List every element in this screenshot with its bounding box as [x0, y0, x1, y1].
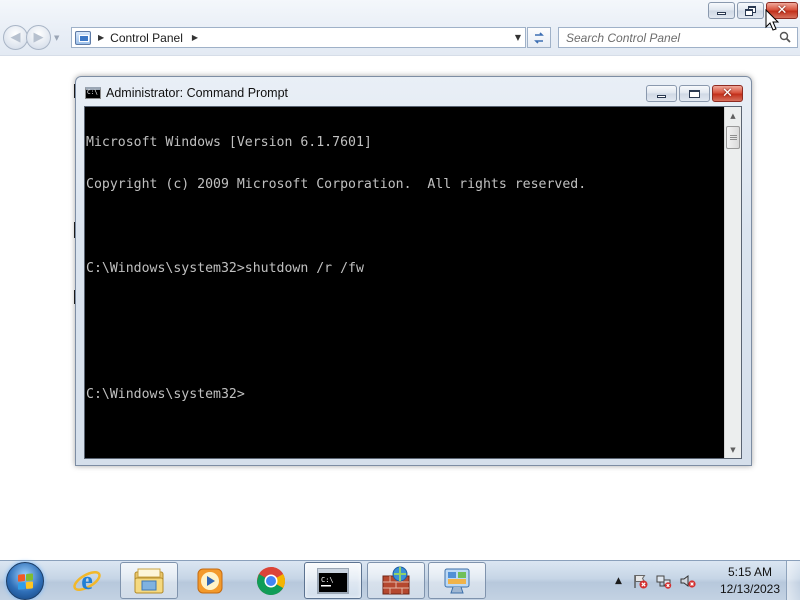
- cmd-maximize-button[interactable]: [679, 85, 710, 102]
- volume-muted-icon[interactable]: [680, 573, 696, 589]
- svg-text:e: e: [81, 566, 93, 595]
- windows-explorer-icon: [134, 568, 164, 593]
- command-prompt-taskbar-button[interactable]: C:\: [304, 562, 362, 599]
- restore-icon: [744, 5, 757, 16]
- explorer-caption-buttons: ✕: [706, 2, 798, 19]
- windows-media-player-icon: [197, 568, 223, 593]
- command-prompt-icon: C:\: [317, 567, 349, 594]
- show-hidden-icons-arrow-icon[interactable]: ▲: [615, 576, 622, 586]
- explorer-toolbar: ✕ ◀ ▶ ▼ ▶ Control Panel ▶ ▼: [0, 0, 800, 56]
- scroll-down-arrow-icon[interactable]: ▼: [725, 441, 741, 458]
- back-arrow-icon: ◀: [10, 30, 21, 45]
- address-dropdown-icon[interactable]: ▼: [515, 33, 521, 42]
- vertical-scrollbar[interactable]: ▲ ▼: [724, 107, 741, 458]
- console-line: Microsoft Windows [Version 6.1.7601]: [86, 135, 372, 150]
- action-center-flag-icon[interactable]: [632, 573, 648, 589]
- scrollbar-thumb[interactable]: [726, 126, 740, 149]
- forward-arrow-icon: ▶: [33, 30, 44, 45]
- cmd-close-button[interactable]: ✕: [712, 85, 743, 102]
- taskbar: e C:\ ▲ 5:15 AM 12/13/2023: [0, 560, 800, 600]
- refresh-icon: [534, 31, 544, 44]
- svg-text:C:\: C:\: [321, 576, 334, 584]
- show-desktop-button[interactable]: [786, 561, 800, 600]
- console-area[interactable]: Microsoft Windows [Version 6.1.7601] Cop…: [84, 106, 742, 459]
- control-panel-taskbar-button[interactable]: [428, 562, 486, 599]
- breadcrumb-chevron-icon[interactable]: ▶: [192, 33, 198, 42]
- windows-explorer-taskbar-button[interactable]: [120, 562, 178, 599]
- cmd-titlebar[interactable]: C:\ Administrator: Command Prompt ✕: [76, 77, 751, 105]
- network-disconnected-icon[interactable]: [656, 573, 672, 589]
- internet-explorer-taskbar-button[interactable]: e: [58, 562, 116, 599]
- firewall-taskbar-button[interactable]: [367, 562, 425, 599]
- control-panel-small-icon: [75, 30, 91, 45]
- search-input[interactable]: [566, 30, 771, 45]
- explorer-restore-button[interactable]: [737, 2, 764, 19]
- command-prompt-window[interactable]: C:\ Administrator: Command Prompt ✕ Micr…: [75, 76, 752, 466]
- back-button[interactable]: ◀: [3, 25, 28, 50]
- command-prompt-icon[interactable]: C:\: [85, 87, 101, 99]
- windows-media-player-taskbar-button[interactable]: [181, 562, 239, 599]
- console-prompt-line: C:\Windows\system32>: [86, 387, 245, 402]
- address-bar[interactable]: ▶ Control Panel ▶ ▼: [71, 27, 526, 48]
- system-clock[interactable]: 5:15 AM 12/13/2023: [715, 564, 785, 598]
- close-icon: ✕: [722, 86, 733, 101]
- mouse-cursor-icon: [765, 9, 780, 31]
- clock-date: 12/13/2023: [719, 582, 781, 596]
- chrome-taskbar-button[interactable]: [242, 562, 300, 599]
- maximize-icon: [689, 89, 700, 98]
- navigation-buttons: ◀ ▶ ▼: [3, 25, 59, 50]
- breadcrumb-control-panel[interactable]: Control Panel: [110, 31, 183, 45]
- minimize-icon: [657, 95, 666, 98]
- breadcrumb-separator-icon[interactable]: ▶: [98, 33, 104, 42]
- explorer-minimize-button[interactable]: [708, 2, 735, 19]
- minimize-icon: [717, 12, 726, 15]
- chrome-icon: [257, 566, 285, 595]
- windows-logo-icon: [18, 573, 34, 590]
- firewall-icon: [382, 566, 410, 594]
- console-line: C:\Windows\system32>shutdown /r /fw: [86, 261, 364, 276]
- console-line: Copyright (c) 2009 Microsoft Corporation…: [86, 177, 587, 192]
- notification-area: ▲: [615, 561, 704, 600]
- start-button[interactable]: [6, 562, 44, 600]
- cmd-caption-buttons: ✕: [644, 85, 743, 102]
- cmd-minimize-button[interactable]: [646, 85, 677, 102]
- internet-explorer-icon: e: [73, 566, 101, 595]
- console-output[interactable]: Microsoft Windows [Version 6.1.7601] Cop…: [85, 107, 725, 458]
- refresh-button[interactable]: [527, 27, 551, 48]
- forward-button[interactable]: ▶: [26, 25, 51, 50]
- search-box[interactable]: [558, 27, 798, 48]
- clock-time: 5:15 AM: [727, 565, 773, 579]
- scroll-up-arrow-icon[interactable]: ▲: [725, 107, 741, 124]
- control-panel-icon: [444, 568, 470, 593]
- recent-pages-dropdown-icon[interactable]: ▼: [54, 34, 59, 42]
- cmd-window-title: Administrator: Command Prompt: [106, 86, 289, 100]
